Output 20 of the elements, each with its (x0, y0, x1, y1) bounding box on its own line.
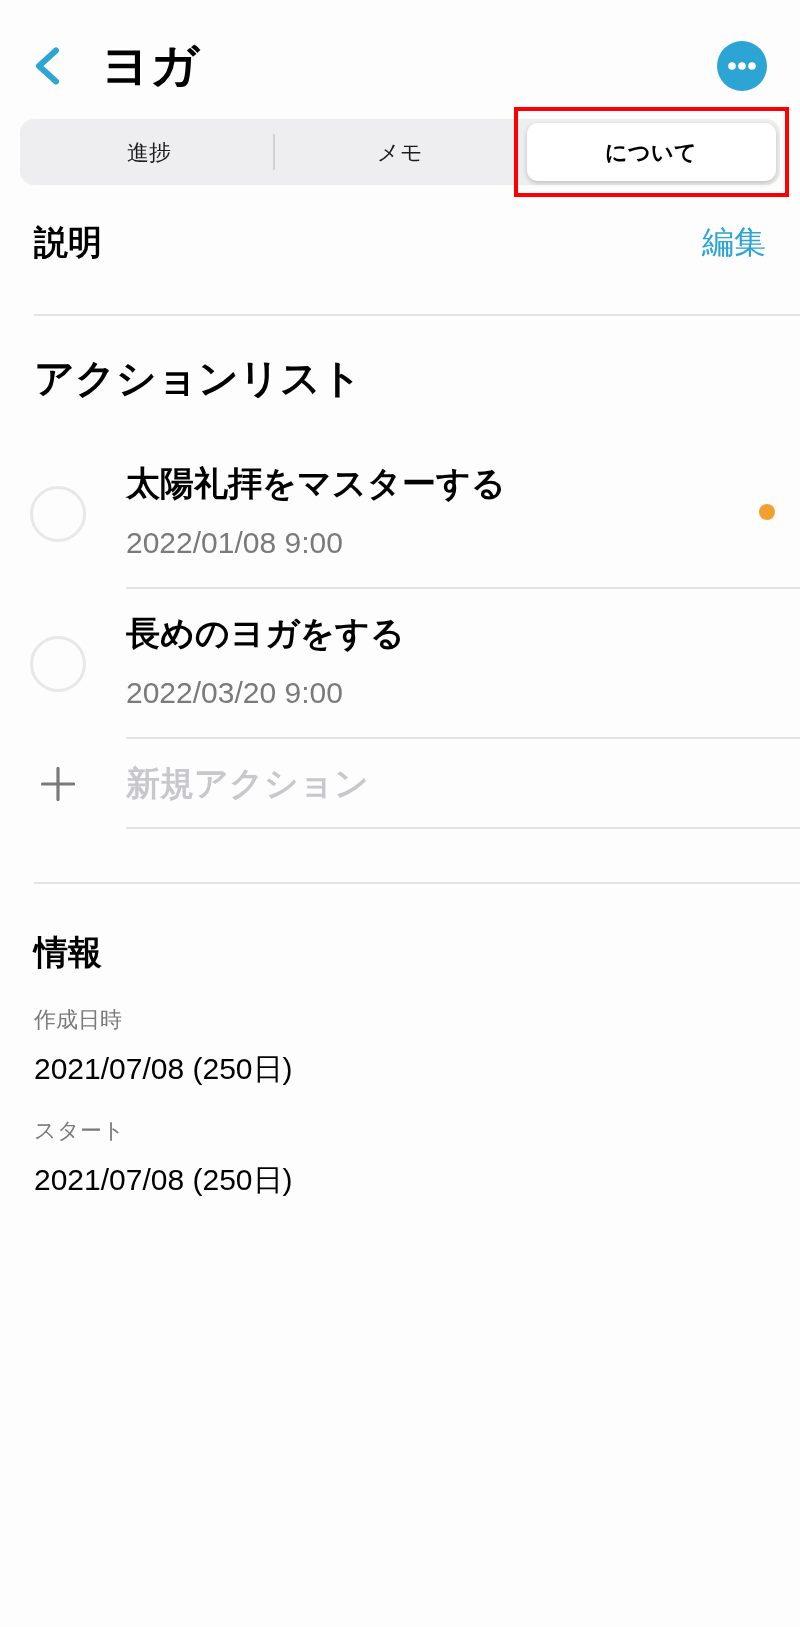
section-heading: アクションリスト (33, 355, 363, 402)
field-label: 作成日時 (33, 1006, 123, 1034)
action-title: 長めのヨガをする (126, 613, 406, 653)
page-title: ヨガ (101, 38, 199, 94)
plus-icon[interactable] (41, 767, 75, 801)
back-icon (34, 47, 60, 85)
more-icon (717, 41, 767, 91)
section-heading: 情報 (31, 932, 103, 973)
section-heading: 説明 (34, 222, 102, 263)
action-date: 2022/01/08 9:00 (126, 525, 344, 561)
tab[interactable]: メモ (275, 123, 525, 181)
action-title: 太陽礼拝をマスターする (126, 463, 507, 503)
field-label: スタート (33, 1117, 126, 1145)
back-button[interactable] (34, 47, 60, 85)
action-date: 2022/03/20 9:00 (126, 675, 344, 711)
field-value: 2021/07/08 (250日) (33, 1051, 294, 1087)
more-button[interactable] (717, 41, 767, 91)
tab[interactable]: について (526, 123, 776, 181)
tab[interactable]: 進捗 (24, 123, 274, 181)
field-value: 2021/07/08 (250日) (33, 1162, 294, 1198)
